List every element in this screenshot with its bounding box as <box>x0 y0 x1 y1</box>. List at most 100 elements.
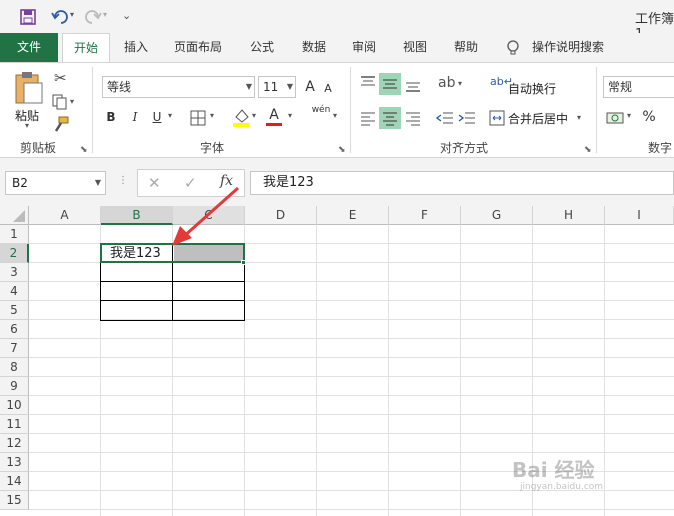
phonetic-dropdown-icon[interactable]: ▾ <box>333 111 337 120</box>
bold-button[interactable]: B <box>102 107 120 127</box>
underline-button[interactable]: U <box>148 107 166 127</box>
gridline <box>29 509 674 510</box>
italic-button[interactable]: I <box>126 107 144 127</box>
gridline <box>460 225 461 516</box>
align-right-icon[interactable] <box>405 110 421 126</box>
tab-view[interactable]: 视图 <box>393 33 437 62</box>
tab-home[interactable]: 开始 <box>62 33 110 62</box>
table-border <box>100 281 245 282</box>
row-header-2[interactable]: 2 <box>0 244 29 263</box>
tab-insert[interactable]: 插入 <box>114 33 158 62</box>
formula-bar: B2 ▼ ⋮ ✕ ✓ fx 我是123 <box>0 158 674 206</box>
tab-page-layout[interactable]: 页面布局 <box>166 33 230 62</box>
column-header-h[interactable]: H <box>533 206 605 225</box>
baidu-watermark: Bai 经验 jingyan.baidu.com <box>512 450 642 500</box>
font-color-button[interactable]: A <box>266 105 282 125</box>
column-header-g[interactable]: G <box>461 206 533 225</box>
row-header-10[interactable]: 10 <box>0 396 29 415</box>
redo-icon[interactable] <box>84 9 102 25</box>
alignment-launcher-icon[interactable]: ⬊ <box>584 145 592 155</box>
row-header-12[interactable]: 12 <box>0 434 29 453</box>
column-header-i[interactable]: I <box>605 206 674 225</box>
font-size-combo[interactable]: 11 ▼ <box>258 76 296 98</box>
save-icon[interactable] <box>20 9 36 25</box>
percent-button[interactable]: % <box>640 107 658 127</box>
decrease-indent-icon[interactable] <box>436 110 454 126</box>
phonetic-button[interactable]: wén <box>310 105 332 115</box>
fill-handle[interactable] <box>241 260 246 265</box>
merge-dropdown-icon[interactable]: ▾ <box>577 113 581 122</box>
shrink-font-button[interactable]: A <box>320 79 336 99</box>
align-bottom-icon[interactable] <box>405 77 421 93</box>
formula-bar-grip-icon: ⋮ <box>118 175 128 186</box>
paste-dropdown-icon[interactable]: ▾ <box>25 121 29 130</box>
row-header-13[interactable]: 13 <box>0 453 29 472</box>
row-header-8[interactable]: 8 <box>0 358 29 377</box>
column-header-f[interactable]: F <box>389 206 461 225</box>
orientation-dropdown-icon[interactable]: ▾ <box>458 79 462 88</box>
tab-formulas[interactable]: 公式 <box>240 33 284 62</box>
undo-icon[interactable] <box>51 9 69 25</box>
row-header-1[interactable]: 1 <box>0 225 29 244</box>
copy-icon[interactable] <box>52 94 68 110</box>
align-center-button[interactable] <box>379 107 401 129</box>
borders-dropdown-icon[interactable]: ▾ <box>210 111 214 120</box>
copy-dropdown-icon[interactable]: ▾ <box>70 97 74 106</box>
merge-center-icon[interactable] <box>489 110 505 126</box>
underline-dropdown-icon[interactable]: ▾ <box>168 111 172 120</box>
group-separator <box>92 67 93 153</box>
cell-b2[interactable]: 我是123 <box>110 244 161 263</box>
select-all-corner[interactable] <box>0 206 29 225</box>
merge-center-button[interactable]: 合并后居中 <box>508 110 568 127</box>
number-format-combo[interactable]: 常规 <box>603 76 674 98</box>
align-left-icon[interactable] <box>360 110 376 126</box>
annotation-arrow <box>172 186 239 246</box>
name-box[interactable]: B2 ▼ <box>5 171 106 195</box>
redo-dropdown-icon[interactable]: ▾ <box>103 10 107 19</box>
tell-me-search[interactable]: 操作说明搜索 <box>528 33 608 62</box>
accounting-dropdown-icon[interactable]: ▾ <box>627 111 631 120</box>
row-header-7[interactable]: 7 <box>0 339 29 358</box>
cut-icon[interactable]: ✂ <box>54 69 67 87</box>
row-header-3[interactable]: 3 <box>0 263 29 282</box>
row-header-4[interactable]: 4 <box>0 282 29 301</box>
align-top-icon[interactable] <box>360 75 376 91</box>
gridline <box>388 225 389 516</box>
paste-icon[interactable] <box>14 71 44 105</box>
accounting-format-icon[interactable] <box>606 110 624 126</box>
row-header-11[interactable]: 11 <box>0 415 29 434</box>
tab-review[interactable]: 审阅 <box>342 33 386 62</box>
row-header-14[interactable]: 14 <box>0 472 29 491</box>
tab-help[interactable]: 帮助 <box>444 33 488 62</box>
tab-data[interactable]: 数据 <box>292 33 336 62</box>
wrap-text-button[interactable]: 自动换行 <box>508 80 556 97</box>
tab-file[interactable]: 文件 <box>0 33 58 62</box>
gridline <box>29 395 674 396</box>
column-header-e[interactable]: E <box>317 206 389 225</box>
clipboard-launcher-icon[interactable]: ⬊ <box>80 145 88 155</box>
row-header-15[interactable]: 15 <box>0 491 29 510</box>
formula-content: 我是123 <box>263 175 314 190</box>
watermark-text: Bai 经验 <box>512 458 595 482</box>
customize-icon[interactable]: ⌄ <box>122 9 131 22</box>
row-header-5[interactable]: 5 <box>0 301 29 320</box>
row-header-9[interactable]: 9 <box>0 377 29 396</box>
column-header-a[interactable]: A <box>29 206 101 225</box>
worksheet-grid[interactable]: A B C D E F G H I 1 2 3 4 5 6 7 8 9 10 1… <box>0 186 674 516</box>
borders-icon[interactable] <box>190 110 206 126</box>
cancel-icon[interactable]: ✕ <box>148 174 161 192</box>
font-name-combo[interactable]: 等线 ▼ <box>102 76 255 98</box>
increase-indent-icon[interactable] <box>458 110 476 126</box>
align-middle-button[interactable] <box>379 73 401 95</box>
orientation-icon[interactable]: ab <box>438 75 455 91</box>
fill-color-icon[interactable] <box>232 107 250 127</box>
format-painter-icon[interactable] <box>53 116 69 132</box>
font-color-dropdown-icon[interactable]: ▾ <box>288 111 292 120</box>
undo-dropdown-icon[interactable]: ▾ <box>70 10 74 19</box>
gridline <box>29 414 674 415</box>
formula-input[interactable]: 我是123 <box>250 171 674 195</box>
font-launcher-icon[interactable]: ⬊ <box>338 145 346 155</box>
fill-color-dropdown-icon[interactable]: ▾ <box>252 111 256 120</box>
row-header-6[interactable]: 6 <box>0 320 29 339</box>
grow-font-button[interactable]: A <box>302 77 318 97</box>
